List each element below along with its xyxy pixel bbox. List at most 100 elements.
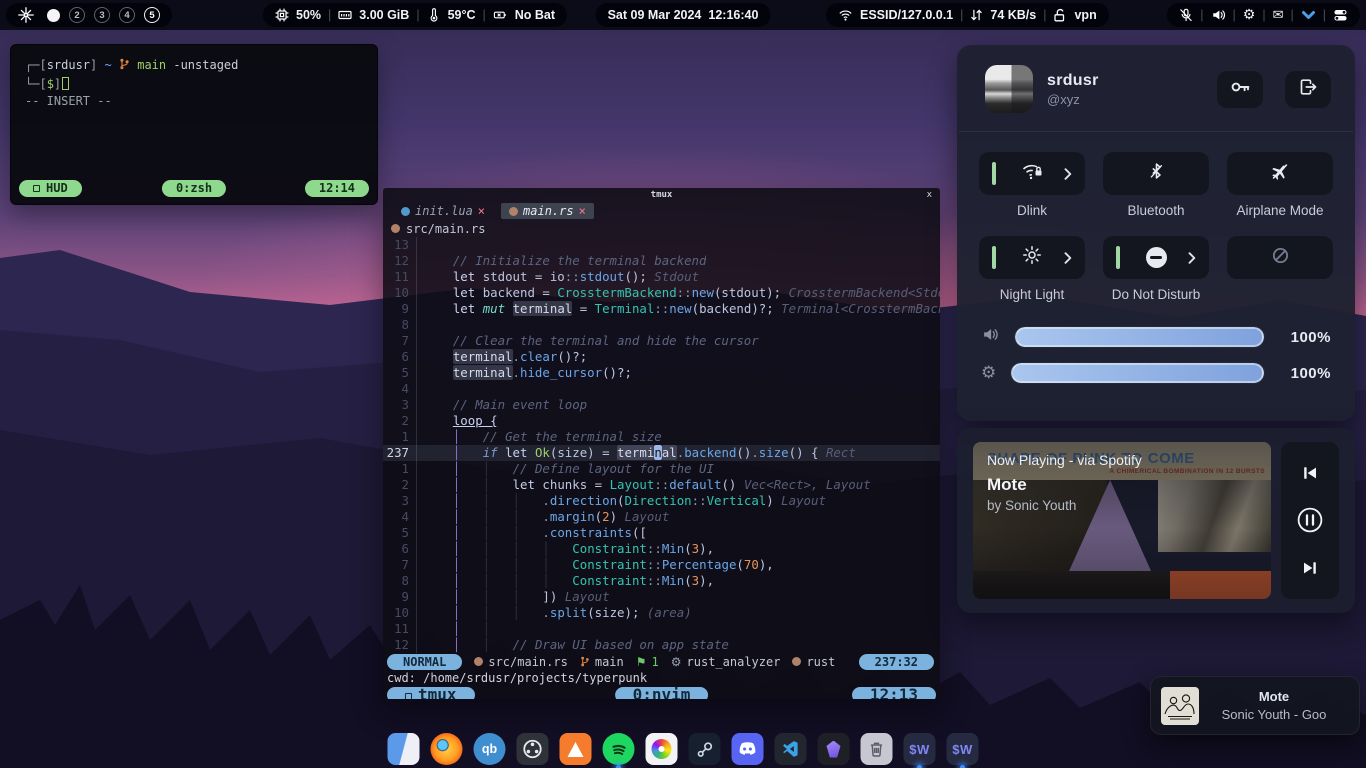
code-line[interactable]: 10 │ │ │ .split(size); (area) bbox=[383, 605, 940, 621]
previous-track-button[interactable] bbox=[1301, 464, 1319, 482]
line-number: 11 bbox=[383, 269, 417, 285]
microphone-muted-icon[interactable] bbox=[1179, 8, 1193, 22]
dock-qbittorrent[interactable]: qb bbox=[474, 733, 506, 765]
dock-file-manager[interactable] bbox=[388, 733, 420, 765]
code-text: // Main event loop bbox=[417, 397, 587, 413]
volume-value: 100% bbox=[1279, 329, 1331, 346]
code-line[interactable]: 2 │ │ let chunks = Layout::default() Vec… bbox=[383, 477, 940, 493]
network-speed: 74 KB/s bbox=[990, 8, 1036, 22]
volume-icon[interactable] bbox=[1211, 8, 1226, 22]
statusline-file: src/main.rs bbox=[474, 655, 567, 669]
toggle-label: Do Not Disturb bbox=[1103, 287, 1209, 303]
window-close-button[interactable]: x bbox=[927, 190, 932, 200]
code-line[interactable]: 10 let backend = CrosstermBackend::new(s… bbox=[383, 285, 940, 301]
settings-gear-icon[interactable]: ⚙ bbox=[1243, 7, 1256, 23]
next-track-button[interactable] bbox=[1301, 559, 1319, 577]
code-line[interactable]: 5 terminal.hide_cursor()?; bbox=[383, 365, 940, 381]
dock-sw-app[interactable]: $W bbox=[904, 733, 936, 765]
dock-spotify[interactable] bbox=[603, 733, 635, 765]
line-number: 237 bbox=[383, 445, 417, 461]
workspace-3[interactable]: 3 bbox=[94, 7, 110, 23]
tab-main-rs[interactable]: main.rs × bbox=[501, 203, 594, 219]
brightness-slider[interactable] bbox=[1010, 362, 1265, 384]
code-line[interactable]: 12 │ │ // Draw UI based on app state bbox=[383, 637, 940, 653]
code-line[interactable]: 7 // Clear the terminal and hide the cur… bbox=[383, 333, 940, 349]
code-line[interactable]: 11 │ │ bbox=[383, 621, 940, 637]
logout-button[interactable] bbox=[1285, 71, 1331, 108]
network-module[interactable]: ESSID/127.0.0.1 | 74 KB/s | vpn bbox=[826, 3, 1109, 27]
dock-vscode[interactable] bbox=[775, 733, 807, 765]
code-line[interactable]: 11 let stdout = io::stdout(); Stdout bbox=[383, 269, 940, 285]
code-line[interactable]: 237 │ if let Ok(size) = terminal.backend… bbox=[383, 445, 940, 461]
bluetooth-toggle-button[interactable] bbox=[1103, 152, 1209, 195]
dnd-toggle-button[interactable] bbox=[1103, 236, 1209, 279]
quick-settings-icon[interactable] bbox=[1333, 8, 1348, 22]
separator: | bbox=[483, 8, 486, 22]
dock-photos[interactable] bbox=[646, 733, 678, 765]
tab-init-lua[interactable]: init.lua × bbox=[393, 203, 493, 219]
volume-slider[interactable] bbox=[1014, 326, 1265, 348]
code-line[interactable]: 1 │ │ // Define layout for the UI bbox=[383, 461, 940, 477]
code-line[interactable]: 1 │ // Get the terminal size bbox=[383, 429, 940, 445]
panel-chevron-down-icon[interactable] bbox=[1301, 9, 1316, 22]
code-area: 1312 // Initialize the terminal backend1… bbox=[383, 237, 940, 653]
tmux-session-pill[interactable]: tmux bbox=[387, 687, 475, 699]
workspace-2[interactable]: 2 bbox=[69, 7, 85, 23]
lock-keys-button[interactable] bbox=[1217, 71, 1263, 108]
tmux-session-pill[interactable]: HUD bbox=[19, 180, 82, 197]
dock-discord[interactable] bbox=[732, 733, 764, 765]
editor-window[interactable]: tmux x init.lua × main.rs × src/main.rs … bbox=[383, 188, 940, 699]
pause-button[interactable] bbox=[1296, 506, 1324, 534]
chevron-right-icon[interactable] bbox=[1188, 251, 1196, 269]
dock-trash[interactable] bbox=[861, 733, 893, 765]
code-line[interactable]: 2 loop { bbox=[383, 413, 940, 429]
code-line[interactable]: 9 let mut terminal = Terminal::new(backe… bbox=[383, 301, 940, 317]
clock-module[interactable]: Sat 09 Mar 2024 12:16:40 bbox=[596, 3, 771, 27]
dock-firefox[interactable] bbox=[431, 733, 463, 765]
mail-icon[interactable]: ✉ bbox=[1273, 8, 1284, 23]
code-line[interactable]: 6 terminal.clear()?; bbox=[383, 349, 940, 365]
dock-steam[interactable] bbox=[689, 733, 721, 765]
dock-obsidian[interactable] bbox=[818, 733, 850, 765]
code-line[interactable]: 12 // Initialize the terminal backend bbox=[383, 253, 940, 269]
terminal-window[interactable]: ┌─[srdusr] ~ main -unstaged └─[$] -- INS… bbox=[10, 44, 378, 205]
line-number: 7 bbox=[383, 557, 417, 573]
airplane-toggle-button[interactable] bbox=[1227, 152, 1333, 195]
workspace-4[interactable]: 4 bbox=[119, 7, 135, 23]
notification-toast[interactable]: Mote Sonic Youth - Goo bbox=[1150, 676, 1360, 735]
chevron-right-icon[interactable] bbox=[1064, 167, 1072, 185]
code-line[interactable]: 9 │ │ │ ]) Layout bbox=[383, 589, 940, 605]
code-line[interactable]: 4 bbox=[383, 381, 940, 397]
cwd-line: cwd: /home/srdusr/projects/typerpunk bbox=[383, 670, 940, 686]
dock-sw-app-2[interactable]: $W bbox=[947, 733, 979, 765]
code-line[interactable]: 3 // Main event loop bbox=[383, 397, 940, 413]
code-line[interactable]: 13 bbox=[383, 237, 940, 253]
code-line[interactable]: 5 │ │ │ .constraints([ bbox=[383, 525, 940, 541]
workspace-5[interactable]: 5 bbox=[144, 7, 160, 23]
chevron-right-icon[interactable] bbox=[1064, 251, 1072, 269]
workspace-module: 2 3 4 5 bbox=[6, 3, 172, 27]
tab-close-icon[interactable]: × bbox=[478, 204, 485, 218]
tmux-window-pill[interactable]: 0:nvim bbox=[615, 687, 709, 699]
blocked-toggle-button[interactable] bbox=[1227, 236, 1333, 279]
launcher-star-icon[interactable] bbox=[18, 7, 34, 23]
code-line[interactable]: 8 │ │ │ │ Constraint::Min(3), bbox=[383, 573, 940, 589]
code-line[interactable]: 8 bbox=[383, 317, 940, 333]
code-line[interactable]: 4 │ │ │ .margin(2) Layout bbox=[383, 509, 940, 525]
dock-vlc[interactable] bbox=[560, 733, 592, 765]
tab-close-icon[interactable]: × bbox=[579, 204, 586, 218]
lua-file-icon bbox=[401, 207, 410, 216]
code-line[interactable]: 3 │ │ │ .direction(Direction::Vertical) … bbox=[383, 493, 940, 509]
tmux-window-pill[interactable]: 0:zsh bbox=[162, 180, 226, 197]
code-line[interactable]: 7 │ │ │ │ Constraint::Percentage(70), bbox=[383, 557, 940, 573]
terminal-prompt-line1: ┌─[srdusr] ~ main -unstaged bbox=[25, 57, 363, 76]
separator: | bbox=[1200, 8, 1203, 22]
wifi-toggle-button[interactable] bbox=[979, 152, 1085, 195]
toggle-label: Bluetooth bbox=[1103, 203, 1209, 219]
dock-obs[interactable] bbox=[517, 733, 549, 765]
line-number: 5 bbox=[383, 525, 417, 541]
track-title: Mote bbox=[987, 475, 1027, 495]
workspace-1[interactable] bbox=[47, 9, 60, 22]
nightlight-toggle-button[interactable] bbox=[979, 236, 1085, 279]
code-line[interactable]: 6 │ │ │ │ Constraint::Min(3), bbox=[383, 541, 940, 557]
